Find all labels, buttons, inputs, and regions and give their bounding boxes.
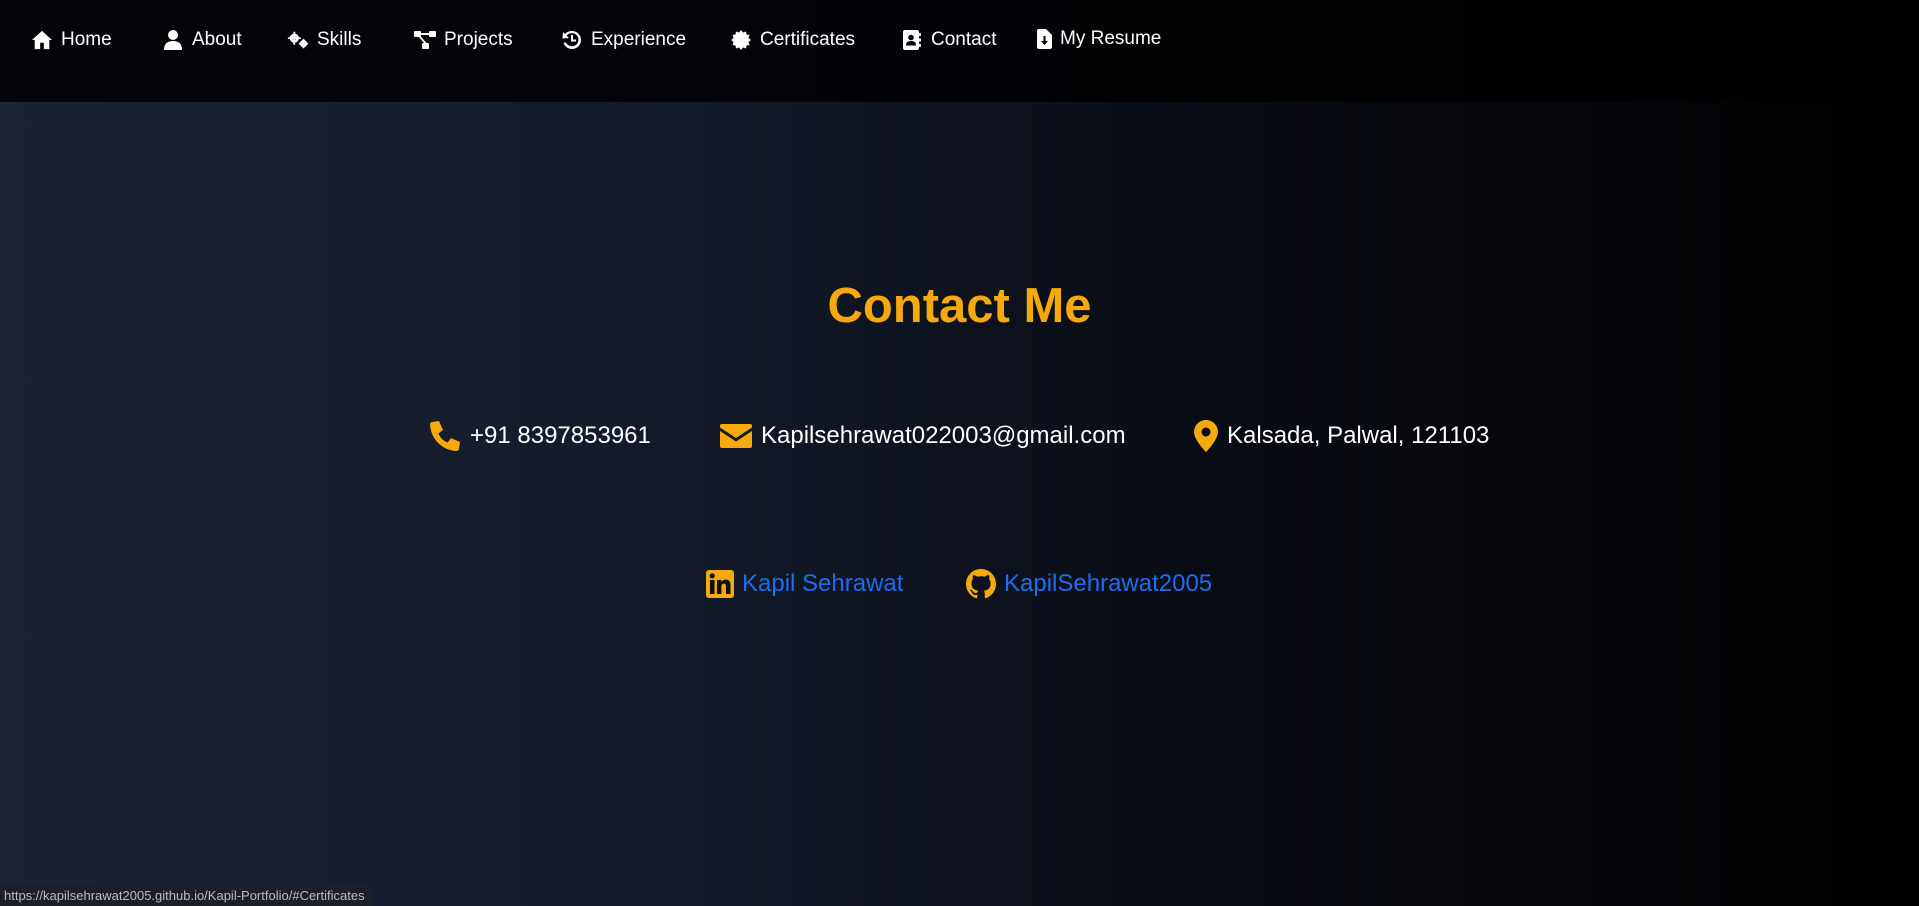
diagram-icon — [414, 29, 436, 51]
status-url: https://kapilsehrawat2005.github.io/Kapi… — [4, 888, 365, 903]
nav-home-label: Home — [61, 29, 112, 50]
github-icon — [966, 569, 996, 599]
linkedin-name: Kapil Sehrawat — [742, 570, 904, 597]
nav-experience[interactable]: Experience — [561, 28, 686, 52]
file-download-icon — [1036, 28, 1052, 50]
location-pin-icon — [1194, 420, 1218, 452]
email-address: Kapilsehrawat022003@gmail.com — [761, 422, 1126, 449]
linkedin-link[interactable]: Kapil Sehrawat — [706, 567, 903, 601]
user-icon — [162, 29, 184, 51]
browser-status-bar: https://kapilsehrawat2005.github.io/Kapi… — [0, 885, 371, 906]
nav-home[interactable]: Home — [31, 28, 112, 52]
email-contact: Kapilsehrawat022003@gmail.com — [720, 418, 1126, 454]
certificate-icon — [730, 29, 752, 51]
envelope-icon — [720, 424, 752, 448]
gears-icon — [287, 29, 309, 51]
history-icon — [561, 29, 583, 51]
nav-projects-label: Projects — [444, 29, 513, 50]
navbar: Home About Skills Projects Experience Ce… — [0, 0, 1919, 102]
nav-skills-label: Skills — [317, 29, 362, 50]
location-address: Kalsada, Palwal, 121103 — [1227, 422, 1490, 449]
github-link[interactable]: KapilSehrawat2005 — [966, 567, 1212, 601]
phone-number: +91 8397853961 — [470, 422, 651, 449]
nav-projects[interactable]: Projects — [414, 28, 513, 52]
nav-my-resume-label: My Resume — [1060, 28, 1162, 49]
nav-contact[interactable]: Contact — [901, 28, 996, 52]
nav-my-resume[interactable]: My Resume — [1036, 27, 1161, 51]
phone-contact: +91 8397853961 — [429, 418, 651, 454]
nav-experience-label: Experience — [591, 29, 687, 50]
github-username: KapilSehrawat2005 — [1004, 570, 1213, 597]
nav-skills[interactable]: Skills — [287, 28, 361, 52]
nav-certificates[interactable]: Certificates — [730, 28, 855, 52]
linkedin-icon — [706, 570, 734, 598]
nav-about[interactable]: About — [162, 28, 242, 52]
nav-about-label: About — [192, 29, 242, 50]
contact-title: Contact Me — [827, 279, 1092, 333]
home-icon — [31, 29, 53, 51]
nav-certificates-label: Certificates — [760, 29, 856, 50]
phone-icon — [429, 420, 461, 452]
location-contact: Kalsada, Palwal, 121103 — [1194, 418, 1489, 454]
address-book-icon — [901, 29, 923, 51]
nav-contact-label: Contact — [931, 29, 997, 50]
